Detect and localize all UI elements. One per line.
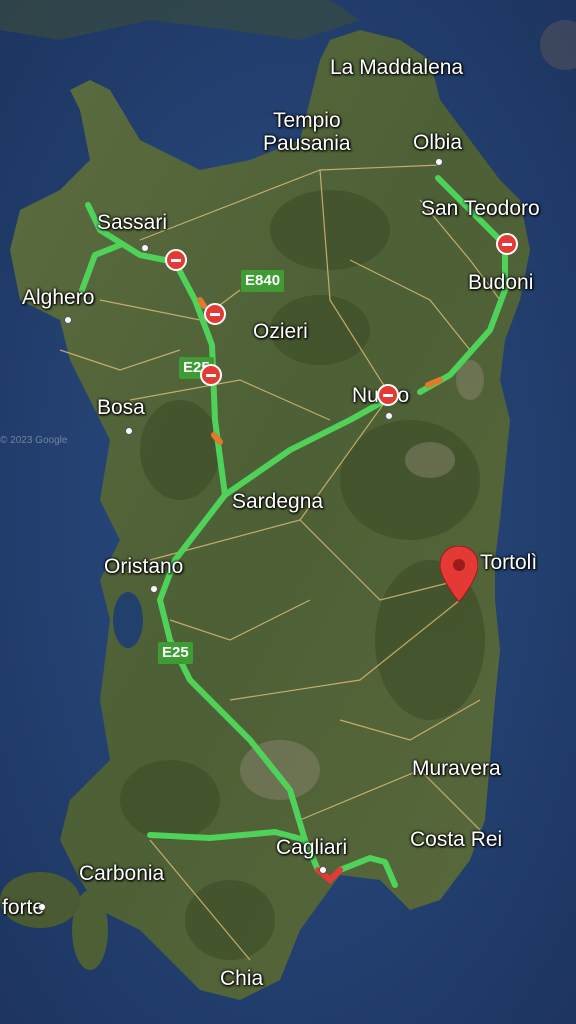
city-dot-oristano [150, 585, 158, 593]
city-dot-alghero [64, 316, 72, 324]
road-shield-e25-south[interactable]: E25 [158, 642, 193, 664]
road-shield-e840[interactable]: E840 [241, 270, 285, 292]
city-label-costa-rei[interactable]: Costa Rei [410, 828, 502, 851]
road-closed-icon[interactable] [496, 233, 518, 255]
city-label-tempio-pausania[interactable]: Tempio Pausania [263, 109, 351, 155]
city-label-olbia[interactable]: Olbia [413, 131, 462, 154]
city-label-chia[interactable]: Chia [220, 967, 263, 990]
city-dot-sassari [141, 244, 149, 252]
city-dot-bosa [125, 427, 133, 435]
road-closed-icon[interactable] [377, 384, 399, 406]
city-label-alghero[interactable]: Alghero [22, 286, 94, 309]
city-dot-cagliari [319, 866, 327, 874]
city-label-bosa[interactable]: Bosa [97, 396, 145, 419]
city-dot-nuoro [385, 412, 393, 420]
city-dot-olbia [435, 158, 443, 166]
road-closed-icon[interactable] [200, 364, 222, 386]
satellite-map[interactable]: © 2023 Google La Maddalena Tempio Pausan… [0, 0, 576, 1024]
road-closed-icon[interactable] [204, 303, 226, 325]
watermark-label: © 2023 Google [0, 435, 68, 446]
city-label-sardegna[interactable]: Sardegna [232, 490, 323, 513]
city-dot-forte [38, 903, 46, 911]
city-label-la-maddalena[interactable]: La Maddalena [330, 56, 463, 79]
city-label-sassari[interactable]: Sassari [97, 211, 167, 234]
city-label-budoni[interactable]: Budoni [468, 271, 533, 294]
city-label-cagliari[interactable]: Cagliari [276, 836, 347, 859]
road-closed-icon[interactable] [165, 249, 187, 271]
city-label-oristano[interactable]: Oristano [104, 555, 183, 578]
city-label-carbonia[interactable]: Carbonia [79, 862, 164, 885]
location-pin-icon[interactable] [440, 546, 478, 602]
city-label-muravera[interactable]: Muravera [412, 757, 501, 780]
city-label-san-teodoro[interactable]: San Teodoro [421, 197, 540, 220]
city-label-ozieri[interactable]: Ozieri [253, 320, 308, 343]
city-label-tortoli[interactable]: Tortolì [480, 551, 537, 574]
